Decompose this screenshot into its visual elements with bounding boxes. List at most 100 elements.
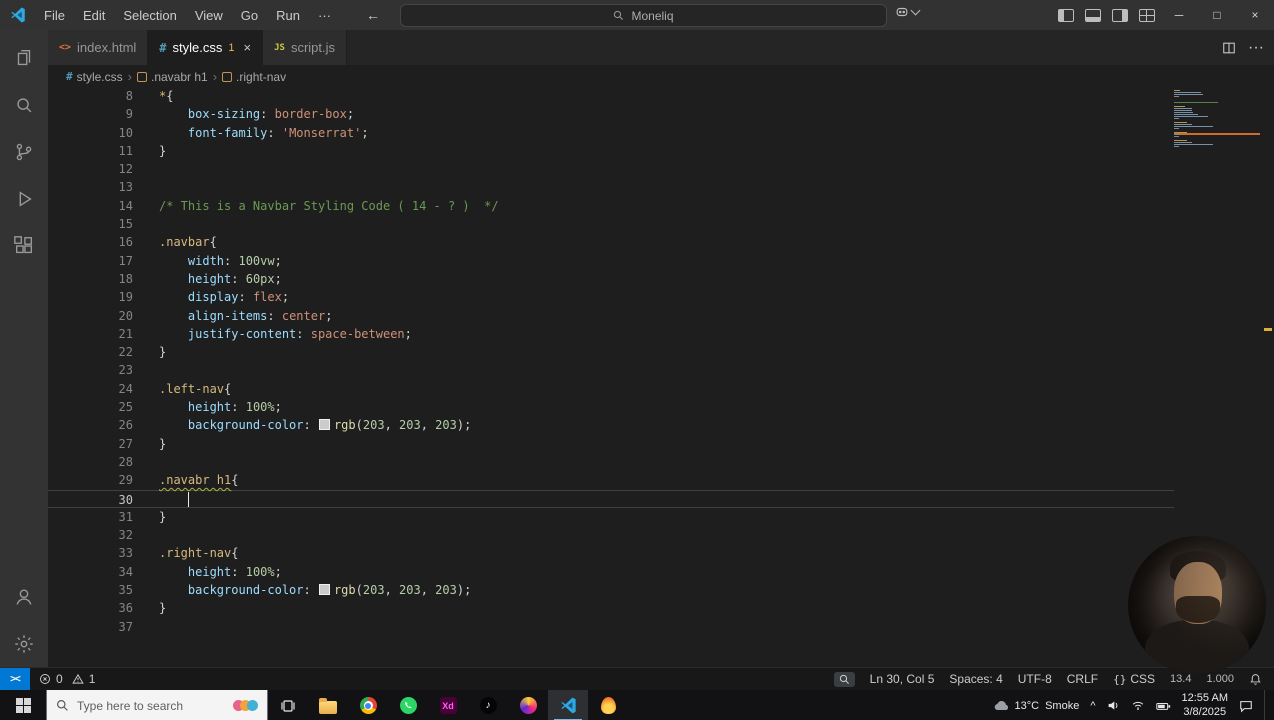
editor-scrollbar[interactable]: [1262, 88, 1274, 667]
zoom-indicator[interactable]: [833, 671, 855, 687]
tab-script.js[interactable]: JS script.js: [263, 30, 347, 65]
toggle-panel-icon[interactable]: [1084, 8, 1101, 22]
taskbar-clock[interactable]: 12:55 AM 3/8/2025: [1182, 692, 1228, 720]
breadcrumb-item[interactable]: # style.css: [66, 70, 123, 84]
menu-edit[interactable]: Edit: [74, 0, 114, 30]
menu-more[interactable]: ···: [309, 0, 340, 30]
code-text[interactable]: height: 100%;: [133, 563, 282, 581]
code-text[interactable]: .navbar{: [133, 233, 217, 251]
back-arrow-icon[interactable]: ←: [366, 7, 380, 23]
taskbar-app-vscode[interactable]: [548, 690, 588, 720]
command-center-search[interactable]: Moneliq: [400, 4, 887, 27]
tab-style.css[interactable]: # style.css 1 ×: [148, 30, 264, 65]
restore-button[interactable]: □: [1198, 0, 1236, 30]
code-text[interactable]: .left-nav{: [133, 380, 231, 398]
search-highlights-icon[interactable]: [233, 700, 258, 711]
code-text[interactable]: [133, 361, 159, 379]
toggle-sidebar-left-icon[interactable]: [1057, 8, 1074, 22]
code-text[interactable]: }: [133, 343, 166, 361]
eol-indicator[interactable]: CRLF: [1067, 672, 1098, 686]
activity-settings-icon[interactable]: [0, 620, 48, 667]
code-text[interactable]: }: [133, 508, 166, 526]
code-text[interactable]: font-family: 'Monserrat';: [133, 124, 369, 142]
taskbar-app-adobe-xd[interactable]: Xd: [428, 690, 468, 720]
menu-run[interactable]: Run: [267, 0, 309, 30]
weather-widget[interactable]: 13°C Smoke: [994, 700, 1079, 712]
line-number: 15: [118, 217, 133, 232]
indentation-indicator[interactable]: Spaces: 4: [949, 672, 1002, 686]
wifi-icon[interactable]: [1131, 699, 1145, 712]
menu-go[interactable]: Go: [232, 0, 267, 30]
taskbar-app-task-view[interactable]: [268, 690, 308, 720]
split-editor-icon[interactable]: [1222, 41, 1236, 55]
code-text[interactable]: .right-nav{: [133, 544, 238, 562]
code-text[interactable]: }: [133, 435, 166, 453]
language-indicator[interactable]: {} CSS: [1113, 672, 1155, 686]
code-text[interactable]: background-color: rgb(203, 203, 203);: [133, 581, 471, 599]
code-text[interactable]: [133, 491, 190, 507]
code-text[interactable]: [133, 526, 159, 544]
start-button[interactable]: [0, 690, 46, 720]
taskbar-app-whatsapp[interactable]: [388, 690, 428, 720]
activity-source-control-icon[interactable]: [0, 128, 48, 175]
vscode-logo-icon[interactable]: [9, 6, 27, 24]
breadcrumb-item[interactable]: .navabr h1: [136, 70, 208, 84]
code-area[interactable]: 8 *{9 box-sizing: border-box; 10 font-fami…: [48, 88, 1174, 636]
taskbar-app-tiktok[interactable]: ♪: [468, 690, 508, 720]
color-swatch[interactable]: [318, 419, 330, 431]
copilot-icon[interactable]: [895, 5, 921, 19]
activity-extensions-icon[interactable]: [0, 222, 48, 269]
code-text[interactable]: box-sizing: border-box;: [133, 105, 354, 123]
code-text[interactable]: justify-content: space-between;: [133, 325, 412, 343]
taskbar-app-file-explorer[interactable]: [308, 690, 348, 720]
code-text[interactable]: [133, 453, 159, 471]
taskbar-app-chrome[interactable]: [348, 690, 388, 720]
minimize-button[interactable]: ─: [1160, 0, 1198, 30]
code-text[interactable]: height: 60px;: [133, 270, 282, 288]
code-text[interactable]: align-items: center;: [133, 307, 333, 325]
color-swatch[interactable]: [318, 584, 330, 596]
activity-explorer-icon[interactable]: [0, 34, 48, 81]
menu-view[interactable]: View: [186, 0, 232, 30]
code-text[interactable]: [133, 160, 159, 178]
more-actions-icon[interactable]: ···: [1248, 39, 1264, 57]
activity-search-icon[interactable]: [0, 81, 48, 128]
battery-icon[interactable]: [1155, 700, 1171, 712]
editor[interactable]: 8 *{9 box-sizing: border-box; 10 font-fami…: [48, 88, 1274, 667]
menu-selection[interactable]: Selection: [114, 0, 185, 30]
bell-icon[interactable]: [1249, 673, 1262, 686]
tray-expand-icon[interactable]: ^: [1090, 700, 1095, 712]
remote-indicator[interactable]: ><: [0, 668, 30, 690]
cursor-position[interactable]: Ln 30, Col 5: [870, 672, 935, 686]
close-button[interactable]: ×: [1236, 0, 1274, 30]
taskbar-app-media-app[interactable]: [508, 690, 548, 720]
activity-run-debug-icon[interactable]: [0, 175, 48, 222]
close-icon[interactable]: ×: [244, 40, 252, 55]
activity-account-icon[interactable]: [0, 573, 48, 620]
code-text[interactable]: background-color: rgb(203, 203, 203);: [133, 416, 471, 434]
tab-index.html[interactable]: <> index.html: [48, 30, 149, 65]
code-text[interactable]: display: flex;: [133, 288, 289, 306]
breadcrumb-item[interactable]: .right-nav: [222, 70, 286, 84]
code-text[interactable]: [133, 618, 159, 636]
problems-indicator[interactable]: 0 1: [30, 672, 108, 686]
code-text[interactable]: /* This is a Navbar Styling Code ( 14 - …: [133, 197, 499, 215]
code-text[interactable]: [133, 178, 159, 196]
show-desktop-button[interactable]: [1264, 690, 1269, 720]
code-text[interactable]: .navabr h1{: [133, 471, 238, 489]
customize-layout-icon[interactable]: [1138, 8, 1155, 22]
action-center-icon[interactable]: [1239, 699, 1253, 713]
code-text[interactable]: *{: [133, 88, 173, 105]
taskbar-app-flame-app[interactable]: [588, 690, 628, 720]
toggle-sidebar-right-icon[interactable]: [1111, 8, 1128, 22]
speaker-icon[interactable]: [1107, 699, 1120, 712]
code-text[interactable]: height: 100%;: [133, 398, 282, 416]
menu-file[interactable]: File: [35, 0, 74, 30]
encoding-indicator[interactable]: UTF-8: [1018, 672, 1052, 686]
code-text[interactable]: }: [133, 599, 166, 617]
code-text[interactable]: }: [133, 142, 166, 160]
code-text[interactable]: [133, 215, 159, 233]
taskbar-search[interactable]: Type here to search: [46, 690, 268, 720]
code-text[interactable]: width: 100vw;: [133, 252, 282, 270]
minimap[interactable]: [1174, 90, 1262, 150]
